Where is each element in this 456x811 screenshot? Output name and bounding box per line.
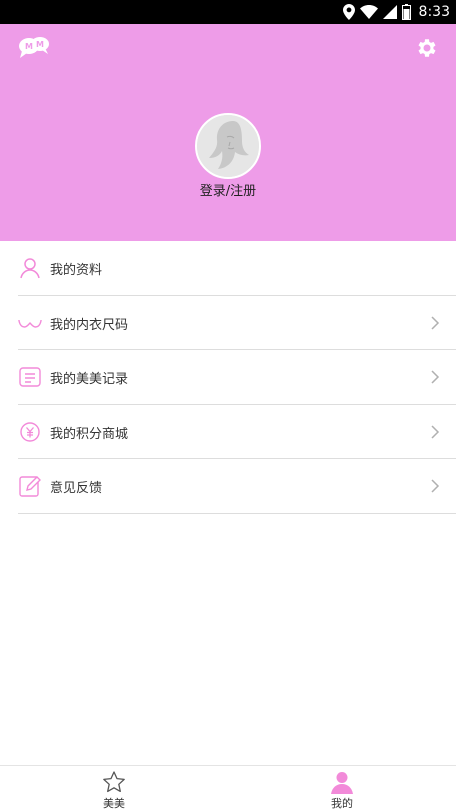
gear-icon[interactable] (415, 36, 439, 60)
status-icons: 8:33 (342, 0, 450, 24)
tab-label: 美美 (103, 797, 125, 810)
chevron-right-icon (431, 370, 440, 384)
tab-meimei[interactable]: 美美 (74, 766, 154, 811)
mm-chat-bubbles-logo: M M (19, 37, 49, 58)
person-filled-icon (331, 772, 353, 794)
svg-text:M: M (25, 42, 33, 51)
chevron-right-icon (431, 479, 440, 493)
edit-icon (19, 476, 41, 497)
menu-item-beauty-records[interactable]: 我的美美记录 (0, 350, 456, 405)
svg-text:M: M (36, 40, 44, 49)
menu-item-label: 意见反馈 (50, 481, 103, 496)
bottom-nav: 美美 我的 (0, 765, 456, 811)
bra-icon (18, 319, 42, 328)
chevron-right-icon (431, 424, 440, 439)
tab-mine[interactable]: 我的 (302, 766, 382, 811)
menu-item-bra-size[interactable]: 我的内衣尺码 (0, 296, 456, 350)
star-icon (103, 771, 125, 793)
menu-item-label: 我的内衣尺码 (50, 317, 129, 333)
status-time: 8:33 (418, 4, 450, 20)
divider (18, 512, 456, 514)
wifi-icon (359, 5, 378, 19)
menu-item-label: 我的资料 (50, 263, 103, 278)
menu-item-profile[interactable]: 我的资料 (0, 241, 456, 296)
location-pin-icon (342, 4, 355, 20)
menu-list: 我的资料 我的内衣尺码 我的美美记录 我的积分商城 意见反馈 (0, 241, 456, 514)
tab-label: 我的 (331, 797, 353, 810)
menu-item-label: 我的积分商城 (50, 426, 129, 442)
menu-item-feedback[interactable]: 意见反馈 (0, 459, 456, 514)
login-register-link[interactable]: 登录/注册 (0, 180, 456, 199)
signal-icon (382, 5, 397, 19)
default-avatar-face-icon (197, 115, 259, 177)
status-bar: 8:33 (0, 0, 456, 24)
menu-item-points-mall[interactable]: 我的积分商城 (0, 405, 456, 459)
chevron-right-icon (431, 315, 440, 330)
battery-icon (401, 4, 411, 20)
notes-icon (19, 367, 41, 387)
profile-header: M M 登录/注册 (0, 24, 456, 241)
menu-item-label: 我的美美记录 (50, 372, 129, 387)
person-icon (20, 258, 40, 279)
avatar[interactable] (195, 113, 261, 179)
yen-coin-icon (20, 421, 40, 442)
